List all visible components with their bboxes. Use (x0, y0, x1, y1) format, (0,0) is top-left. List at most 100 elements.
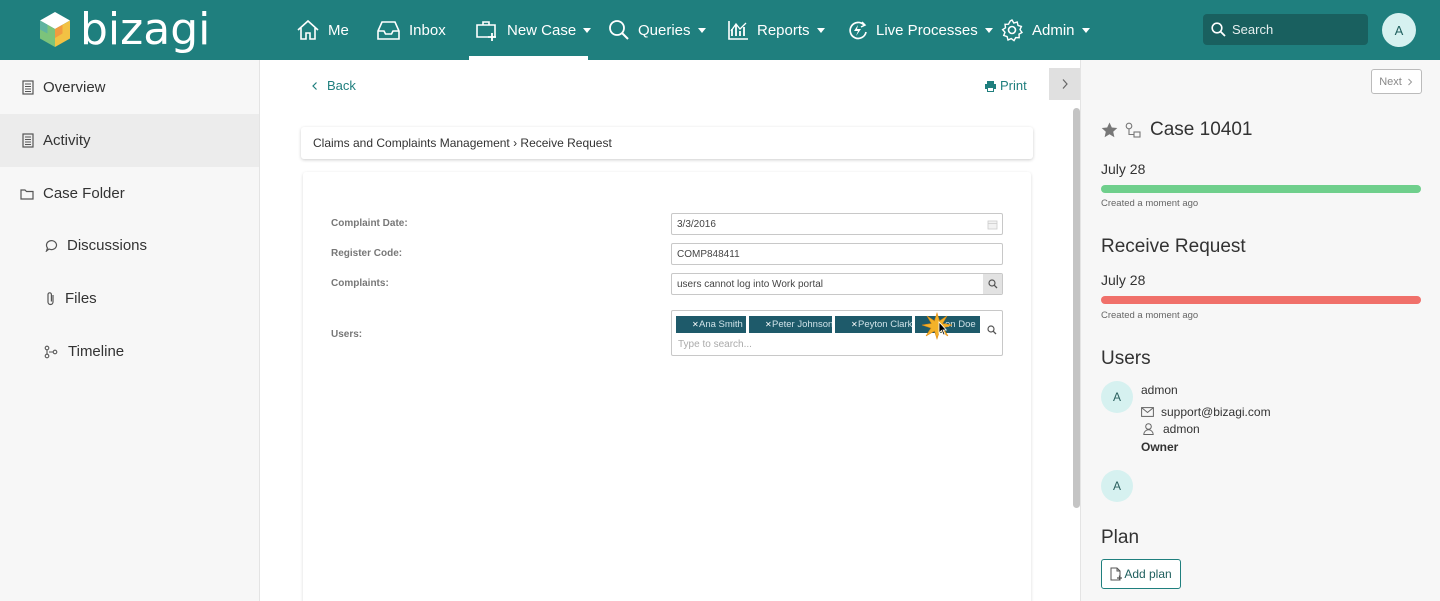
nav-new-case[interactable]: New Case (475, 0, 592, 60)
register-code-field[interactable]: COMP848411 (671, 243, 1003, 265)
activity-created: Created a moment ago (1101, 310, 1199, 321)
chat-bubble-icon (45, 240, 58, 252)
chevron-down-icon (1081, 27, 1090, 33)
complaints-value: users cannot log into Work portal (677, 278, 824, 290)
star-icon[interactable] (1101, 122, 1118, 138)
collapse-panel-button[interactable] (1049, 68, 1081, 100)
user-chip[interactable]: ✕ Peyton Clark (835, 316, 912, 333)
global-search[interactable] (1203, 14, 1368, 45)
add-plan-button[interactable]: Add plan (1101, 559, 1181, 589)
sidebar-item-label: Discussions (67, 237, 148, 254)
user-name: admon (1141, 383, 1178, 397)
next-label: Next (1379, 75, 1402, 88)
user-chip-label: Peter Johnson (772, 319, 832, 330)
users-label: Users: (331, 329, 363, 340)
mail-icon (1141, 407, 1154, 417)
sidebar-item-label: Files (65, 290, 97, 307)
users-picker[interactable]: ✕ Ana Smith ✕ Peter Johnson ✕ Peyton Cla… (671, 310, 1003, 356)
nav-reports[interactable]: Reports (727, 0, 825, 60)
register-code-label: Register Code: (331, 248, 403, 259)
next-button[interactable]: Next (1371, 69, 1422, 94)
nav-me[interactable]: Me (296, 0, 349, 60)
sidebar-item-timeline[interactable]: Timeline (0, 325, 259, 378)
user-chip[interactable]: ✕ Ana Smith (676, 316, 746, 333)
scrollbar[interactable] (1073, 108, 1080, 508)
case-title-text: Case 10401 (1150, 119, 1253, 140)
case-created: Created a moment ago (1101, 198, 1199, 209)
chevron-right-icon (1407, 78, 1413, 85)
plan-heading: Plan (1101, 527, 1140, 548)
nav-queries[interactable]: Queries (608, 0, 706, 60)
complaint-date-field[interactable]: 3/3/2016 (671, 213, 1003, 235)
complaint-date-label: Complaint Date: (331, 218, 408, 229)
chevron-down-icon (984, 27, 993, 33)
user-avatar[interactable]: A (1382, 13, 1416, 47)
user-chip[interactable]: ✕ Peter Johnson (749, 316, 832, 333)
search-icon[interactable] (983, 274, 1002, 294)
sidebar-item-files[interactable]: Files (0, 272, 259, 325)
chart-icon (728, 21, 748, 40)
sidebar-item-discussions[interactable]: Discussions (0, 219, 259, 272)
bizagi-logo-icon (40, 12, 70, 47)
register-code-value: COMP848411 (677, 248, 740, 260)
folder-icon (20, 188, 34, 200)
chevron-down-icon (816, 27, 825, 33)
live-process-icon (849, 20, 867, 39)
nav-inbox[interactable]: Inbox (376, 0, 446, 60)
activity-heading: Receive Request (1101, 236, 1246, 257)
document-icon (22, 80, 34, 95)
sidebar-item-activity[interactable]: Activity (0, 114, 259, 167)
user-chip-label: Ana Smith (699, 319, 743, 330)
nav-live-processes[interactable]: Live Processes (847, 0, 993, 60)
avatar[interactable]: A (1101, 470, 1133, 502)
complaints-label: Complaints: (331, 278, 389, 289)
user-email: support@bizagi.com (1161, 405, 1271, 419)
activity-date: July 28 (1101, 272, 1146, 288)
nav-live-processes-label: Live Processes (876, 21, 978, 39)
chevron-down-icon (583, 27, 592, 33)
inbox-icon (377, 21, 400, 40)
timeline-icon (44, 345, 58, 358)
nav-queries-label: Queries (638, 21, 691, 39)
remove-chip-icon[interactable]: ✕ (851, 320, 858, 329)
document-icon (22, 133, 34, 148)
paperclip-icon (47, 292, 54, 306)
bizagi-logo[interactable]: bizagi (38, 6, 210, 54)
printer-icon (985, 80, 996, 92)
nav-reports-label: Reports (757, 21, 810, 39)
users-heading: Users (1101, 348, 1151, 369)
back-link[interactable]: Back (310, 78, 356, 93)
activity-form: Complaint Date: 3/3/2016 Register Code: … (303, 172, 1031, 601)
case-progress-bar (1101, 185, 1421, 193)
nav-me-label: Me (328, 21, 349, 39)
case-summary-panel: Next Case 10401 July 28 Created a moment… (1080, 60, 1440, 601)
user-chip-label: Peyton Clark (858, 319, 912, 330)
nav-inbox-label: Inbox (409, 21, 446, 39)
home-icon (297, 19, 319, 40)
add-document-icon (1110, 567, 1123, 581)
nav-admin[interactable]: Admin (1000, 0, 1090, 60)
click-burst-icon (921, 311, 953, 341)
print-link[interactable]: Print (984, 78, 1027, 93)
users-search-input[interactable]: Type to search... (678, 339, 752, 350)
case-date: July 28 (1101, 161, 1146, 177)
sidebar-item-label: Activity (43, 132, 91, 149)
remove-chip-icon[interactable]: ✕ (692, 320, 699, 329)
complaints-field[interactable]: users cannot log into Work portal (671, 273, 1003, 295)
activity-progress-bar (1101, 296, 1421, 304)
sidebar-item-case-folder[interactable]: Case Folder (0, 167, 259, 220)
search-icon[interactable] (987, 325, 997, 335)
main-content: Back Print Claims and Complaints Managem… (260, 60, 1081, 601)
bizagi-logo-text: bizagi (80, 4, 211, 55)
breadcrumb-text: Claims and Complaints Management › Recei… (313, 136, 612, 150)
sidebar-item-overview[interactable]: Overview (0, 61, 259, 114)
nav-admin-label: Admin (1032, 21, 1075, 39)
calendar-icon[interactable] (983, 214, 1002, 234)
user-email-row: support@bizagi.com (1141, 405, 1271, 419)
avatar[interactable]: A (1101, 381, 1133, 413)
sidebar-item-label: Overview (43, 79, 106, 96)
search-input[interactable] (1232, 22, 1352, 37)
remove-chip-icon[interactable]: ✕ (765, 320, 772, 329)
chevron-left-icon (312, 81, 317, 90)
add-plan-label: Add plan (1124, 567, 1172, 581)
